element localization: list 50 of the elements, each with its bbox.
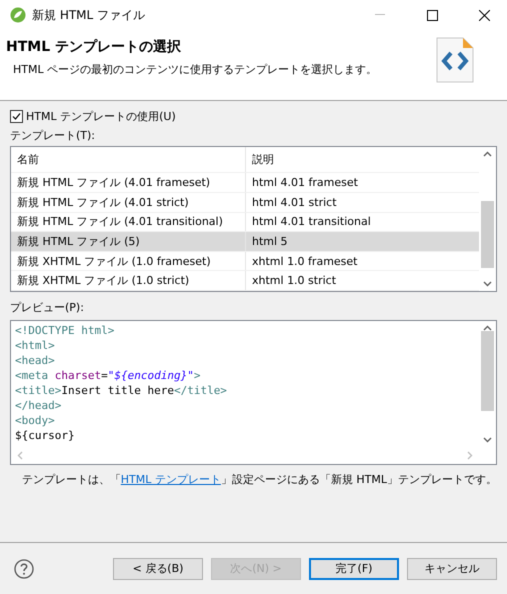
column-header[interactable]: 説明 — [246, 147, 479, 172]
preview-label: プレビュー(P): — [10, 300, 85, 315]
table-cell: 新規 HTML ファイル (4.01 transitional) — [11, 212, 246, 232]
template-row[interactable]: 新規 XHTML ファイル (1.0 strict) xhtml 1.0 strict — [11, 271, 479, 291]
scroll-up-icon[interactable] — [483, 151, 492, 157]
scrollbar-thumb[interactable] — [481, 201, 494, 268]
scrollbar-thumb[interactable] — [481, 331, 494, 410]
use-template-checkbox[interactable]: HTML テンプレートの使用(U) — [10, 109, 497, 124]
close-icon[interactable] — [478, 10, 490, 20]
checkbox[interactable] — [10, 110, 23, 123]
table-cell: 新規 HTML ファイル (4.01 frameset) — [11, 173, 246, 192]
maximize-icon[interactable] — [426, 10, 438, 20]
template-row[interactable]: 新規 HTML ファイル (5) html 5 — [11, 232, 479, 252]
table-cell: 新規 XHTML ファイル (1.0 frameset) — [11, 252, 246, 270]
dialog-button[interactable]: 完了(F) — [309, 558, 399, 580]
template-row[interactable]: 新規 HTML ファイル (4.01 frameset) html 4.01 frameset — [11, 173, 479, 194]
code-line: <meta charset="${encoding}"> — [15, 368, 202, 383]
page-description: HTML ページの最初のコンテンツに使用するテンプレートを選択します。 — [12, 62, 378, 77]
code-line: <title>Insert title here</title> — [15, 383, 228, 398]
scroll-up-icon[interactable] — [483, 325, 492, 331]
templates-label: テンプレート(T): — [10, 128, 96, 143]
table-cell-text: html 4.01 frameset — [251, 175, 359, 192]
code-line: ${cursor} — [15, 428, 76, 443]
scroll-down-icon[interactable] — [483, 280, 492, 287]
table-cell: 新規 HTML ファイル (5) — [11, 232, 246, 251]
dialog-button[interactable]: < 戻る(B) — [113, 558, 203, 580]
scroll-down-icon[interactable] — [483, 437, 492, 443]
template-row[interactable]: 新規 XHTML ファイル (1.0 frameset) xhtml 1.0 frameset — [11, 252, 479, 272]
leaf-icon — [10, 7, 26, 23]
code-line: <head> — [15, 353, 56, 368]
table-cell: 新規 HTML ファイル (4.01 strict) — [11, 193, 246, 212]
table-cell-text: html 4.01 transitional — [251, 214, 372, 230]
code-line: <body> — [15, 413, 56, 428]
template-note: テンプレートは、「HTML テンプレート」設定ページにある「新規 HTML」テンプレートです。 — [20, 472, 497, 487]
template-link[interactable]: HTML テンプレート — [120, 473, 221, 486]
table-cell: 新規 XHTML ファイル (1.0 strict) — [11, 271, 246, 290]
table-cell-text: html 4.01 strict — [251, 194, 338, 211]
code-file-icon — [435, 36, 475, 84]
template-row[interactable]: 新規 HTML ファイル (4.01 strict) html 4.01 strict — [11, 193, 479, 213]
code-line: </head> — [15, 398, 62, 413]
code-line: <!DOCTYPE html> — [15, 323, 116, 338]
dialog-button[interactable]: キャンセル — [407, 558, 497, 580]
table-cell-text: xhtml 1.0 frameset — [251, 254, 358, 270]
table-cell-text: html 5 — [251, 234, 289, 250]
column-header[interactable]: 名前 — [11, 147, 246, 172]
help-icon[interactable] — [14, 558, 34, 578]
table-cell-text: xhtml 1.0 strict — [251, 273, 338, 290]
page-title: HTML テンプレートの選択 — [6, 38, 182, 56]
window-title: 新規 HTML ファイル — [32, 6, 146, 24]
code-line: <html> — [15, 338, 56, 353]
